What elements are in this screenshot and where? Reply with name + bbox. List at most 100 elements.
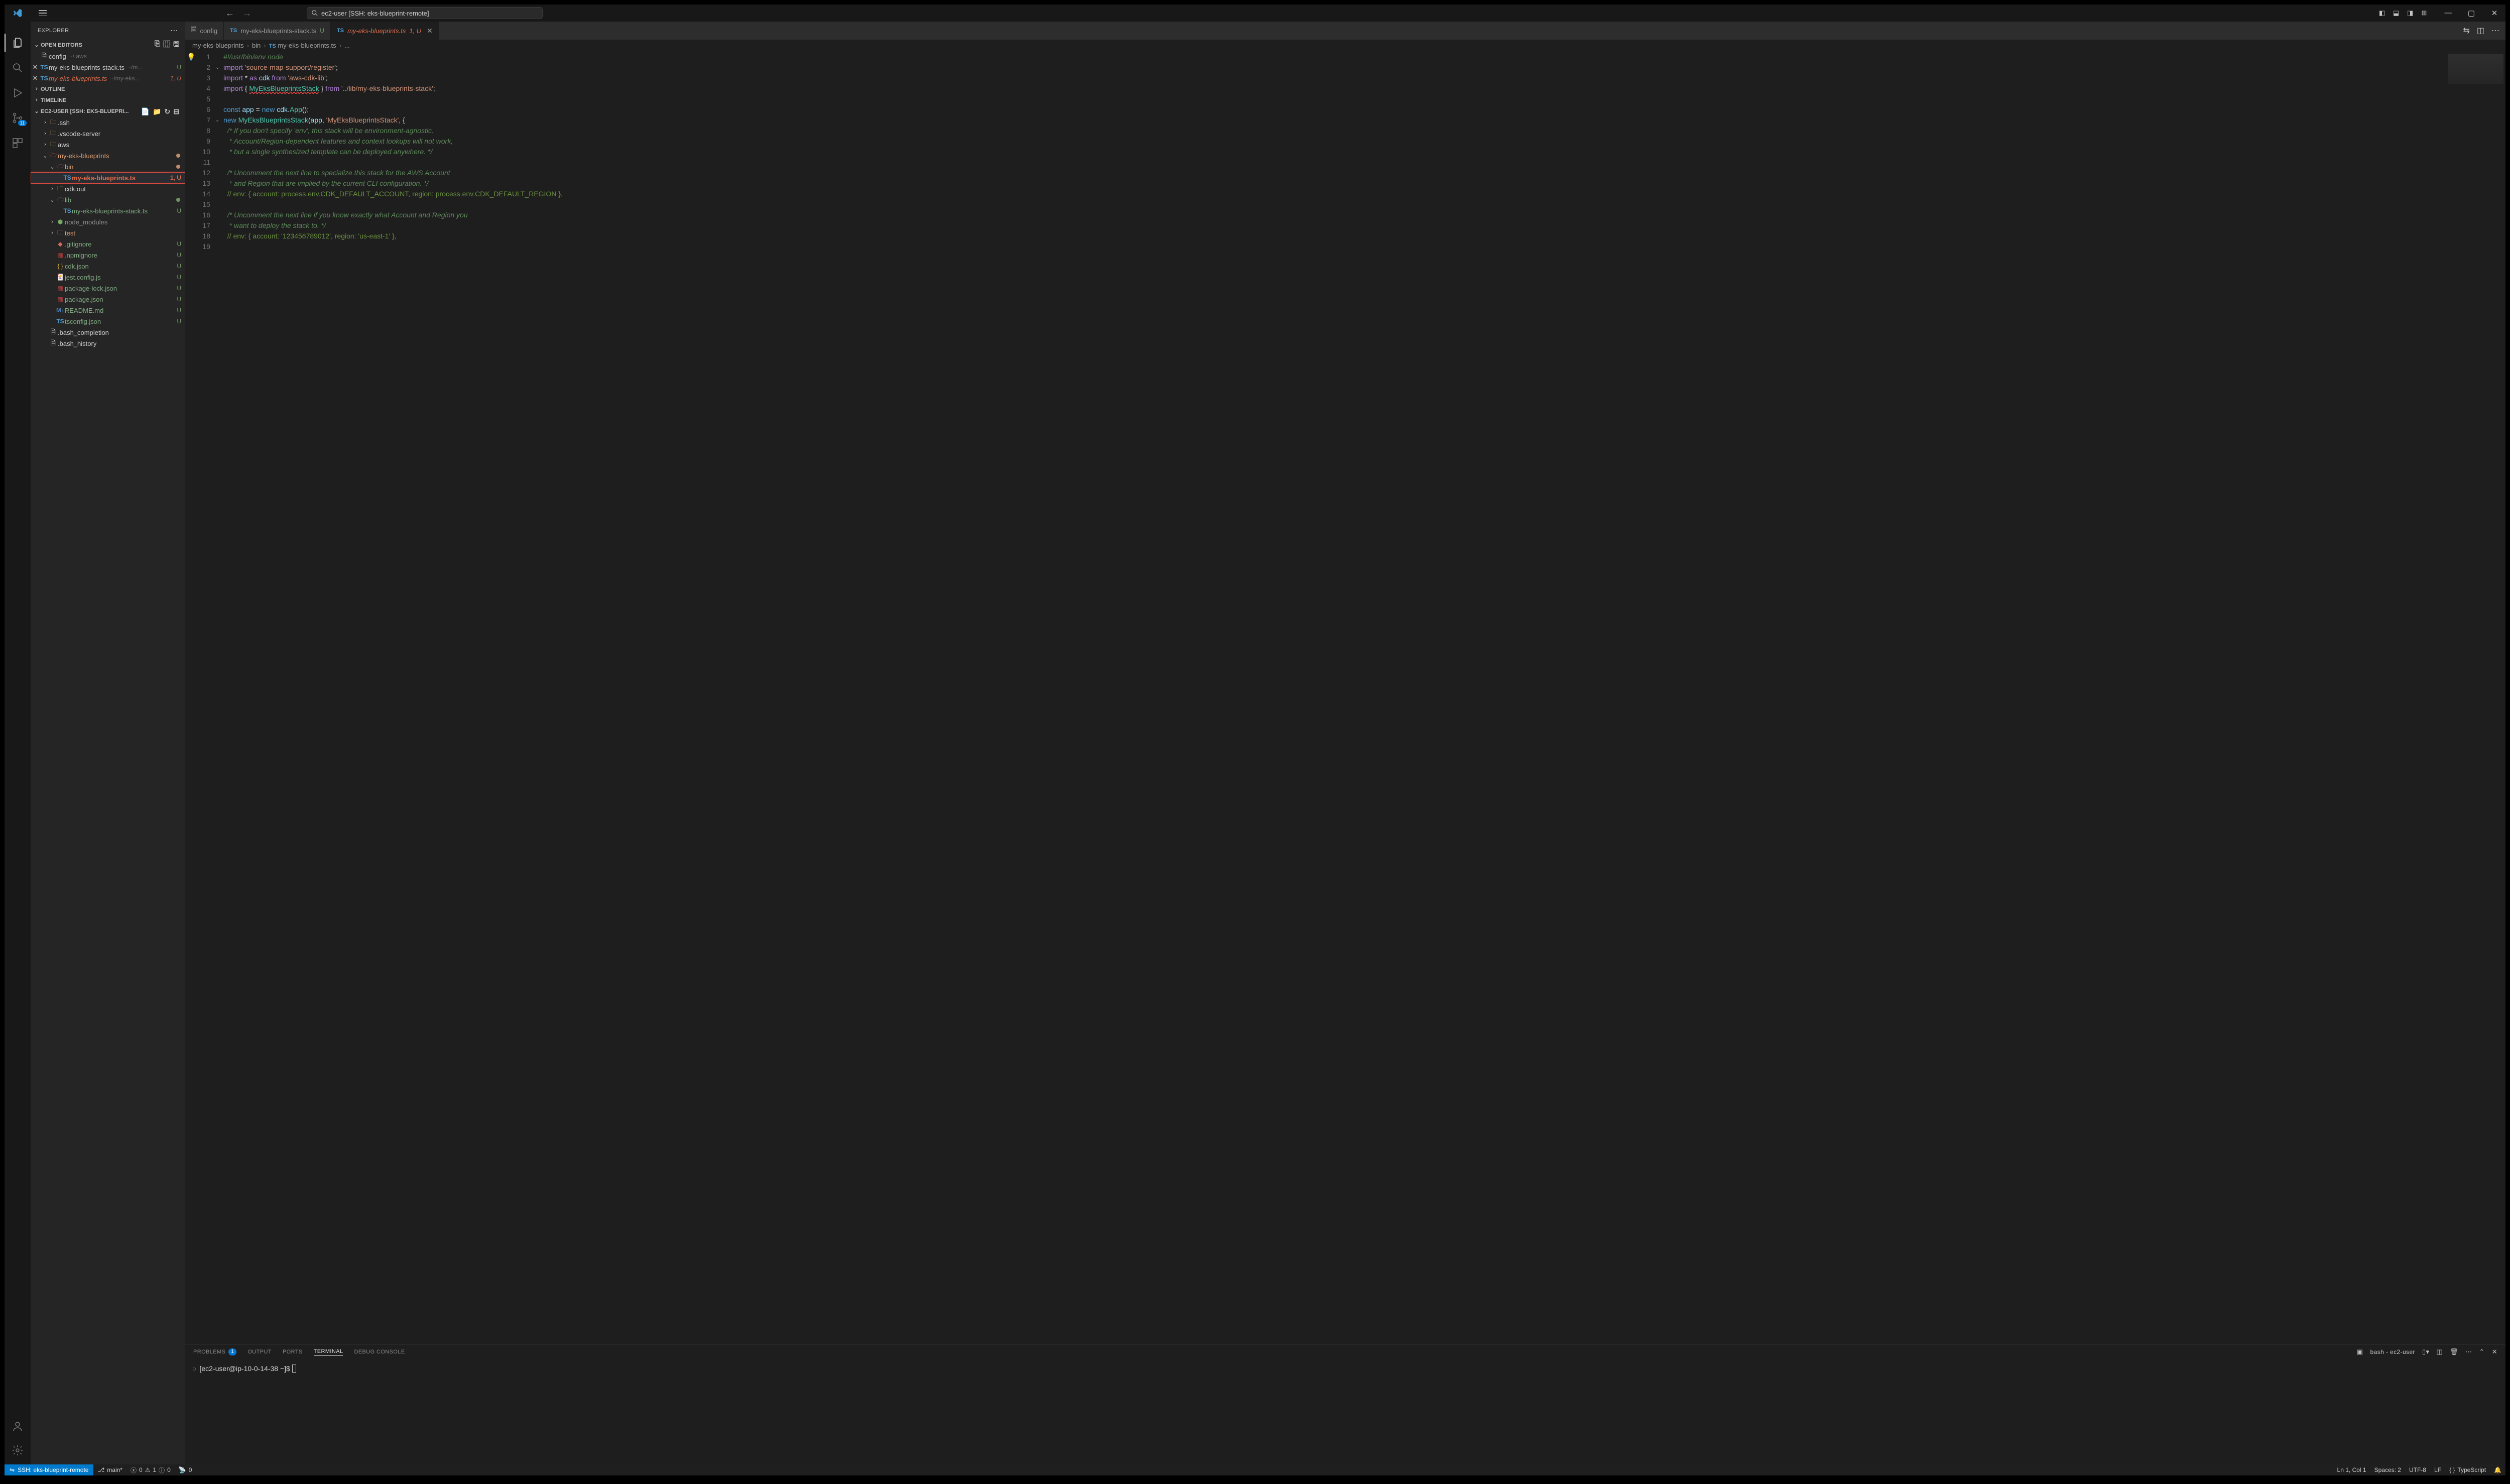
tree-item[interactable]: ›🗀aws <box>31 139 185 150</box>
new-folder-icon[interactable]: 📁 <box>153 107 161 116</box>
menu-button[interactable] <box>31 10 55 16</box>
editor-tab[interactable]: TSmy-eks-blueprints.ts1, U✕ <box>331 22 439 40</box>
tree-item[interactable]: 🃏jest.config.jsU <box>31 272 185 283</box>
open-editors-header[interactable]: ⌄ OPEN EDITORS ⎘ ⿲ 🖫 <box>31 40 185 51</box>
activity-search[interactable] <box>11 61 25 75</box>
tree-item[interactable]: ⌄🗁bin <box>31 161 185 172</box>
panel-tab-ports[interactable]: PORTS <box>283 1349 303 1355</box>
breadcrumb-item[interactable]: my-eks-blueprints <box>192 42 244 49</box>
command-center[interactable]: ec2-user [SSH: eks-blueprint-remote] <box>307 7 543 19</box>
editor-more-icon[interactable]: ⋯ <box>2491 26 2499 36</box>
terminal-split-icon[interactable]: ◫ <box>2436 1348 2443 1356</box>
tab-close-icon[interactable]: ✕ <box>427 27 433 35</box>
activity-scm[interactable]: 11 <box>11 111 25 125</box>
panel-tab-problems[interactable]: PROBLEMS 1 <box>193 1348 236 1355</box>
tree-item[interactable]: ▦package-lock.jsonU <box>31 283 185 294</box>
refresh-icon[interactable]: ↻ <box>165 107 171 116</box>
breadcrumb-item[interactable]: ... <box>344 42 350 49</box>
open-editor-item[interactable]: 🗎config~/.aws <box>31 51 185 62</box>
tree-item[interactable]: ▦package.jsonU <box>31 294 185 305</box>
panel-maximize-icon[interactable]: ⌃ <box>2479 1348 2484 1356</box>
timeline-header[interactable]: ›TIMELINE <box>31 95 185 106</box>
tree-item[interactable]: ›🗀cdk.out <box>31 183 185 194</box>
window-minimize[interactable]: — <box>2441 9 2455 18</box>
tree-item[interactable]: ›🗀.ssh <box>31 117 185 128</box>
tree-item[interactable]: 🗎.bash_completion <box>31 327 185 338</box>
toggle-vertical-icon[interactable]: ⿲ <box>163 39 170 51</box>
error-icon: ⓧ <box>131 1466 137 1474</box>
activity-explorer[interactable] <box>11 36 25 50</box>
tree-item[interactable]: ›🗀test <box>31 227 185 238</box>
tree-item[interactable]: TSmy-eks-blueprints.ts1, U <box>31 172 185 183</box>
editor-tab[interactable]: TSmy-eks-blueprints-stack.tsU <box>224 22 331 40</box>
terminal-profile-icon[interactable]: ▣ <box>2357 1348 2363 1356</box>
terminal-kill-icon[interactable]: 🗑 <box>2450 1348 2458 1356</box>
tree-item[interactable]: ◆.gitignoreU <box>31 238 185 250</box>
new-file-icon[interactable]: 📄 <box>141 107 150 116</box>
activity-settings[interactable] <box>11 1443 25 1457</box>
code-editor[interactable]: 1#!/usr/bin/env node2⌄import 'source-map… <box>197 51 2445 1344</box>
explorer-more-icon[interactable]: ⋯ <box>170 26 178 36</box>
panel-tab-output[interactable]: OUTPUT <box>247 1349 272 1355</box>
split-editor-icon[interactable]: ◫ <box>2477 26 2484 36</box>
tree-item[interactable]: ⌄🗁my-eks-blueprints <box>31 150 185 161</box>
info-icon: ⓘ <box>159 1466 165 1474</box>
tree-item[interactable]: ›🗀.vscode-server <box>31 128 185 139</box>
warning-icon: ⚠ <box>145 1466 151 1473</box>
compare-changes-icon[interactable]: ⇆ <box>2463 26 2469 36</box>
status-ln-col[interactable]: Ln 1, Col 1 <box>2333 1466 2370 1473</box>
breadcrumb-item[interactable]: TS my-eks-blueprints.ts <box>269 42 336 49</box>
nav-back-icon[interactable]: ← <box>225 8 234 19</box>
tree-item[interactable]: ⌄🗁lib <box>31 194 185 205</box>
layout-panel-icon[interactable]: ⬓ <box>2392 9 2400 17</box>
breadcrumb-item[interactable]: bin <box>252 42 261 49</box>
open-editor-item[interactable]: ✕TSmy-eks-blueprints-stack.ts~/m...U <box>31 62 185 73</box>
status-encoding[interactable]: UTF-8 <box>2405 1466 2430 1473</box>
layout-sidebar-right-icon[interactable]: ◨ <box>2406 9 2414 17</box>
command-center-text: ec2-user [SSH: eks-blueprint-remote] <box>321 10 429 17</box>
status-ports[interactable]: 📡0 <box>175 1466 196 1473</box>
vscode-logo <box>5 8 31 18</box>
terminal-prompt: [ec2-user@ip-10-0-14-38 ~]$ <box>199 1365 290 1373</box>
editor-tab[interactable]: 🗎config <box>185 22 224 40</box>
window-maximize[interactable]: ▢ <box>2464 9 2478 18</box>
status-spaces[interactable]: Spaces: 2 <box>2370 1466 2405 1473</box>
status-problems[interactable]: ⓧ0 ⚠1 ⓘ0 <box>127 1466 175 1474</box>
panel-tab-terminal[interactable]: TERMINAL <box>314 1348 343 1356</box>
collapse-icon[interactable]: ⊟ <box>173 107 179 116</box>
status-language[interactable]: { }TypeScript <box>2445 1466 2490 1473</box>
workspace-header[interactable]: ⌄ EC2-USER [SSH: EKS-BLUEPRI... 📄 📁 ↻ ⊟ <box>31 106 185 117</box>
activity-run[interactable] <box>11 86 25 100</box>
tree-item[interactable]: 🗎.bash_history <box>31 338 185 349</box>
tree-item[interactable]: ▦.npmignoreU <box>31 250 185 261</box>
tree-item[interactable]: { }cdk.jsonU <box>31 261 185 272</box>
save-all-icon[interactable]: 🖫 <box>173 39 179 51</box>
status-branch[interactable]: ⎇ main* <box>93 1466 127 1473</box>
terminal-name[interactable]: bash - ec2-user <box>2370 1348 2415 1355</box>
status-notifications[interactable]: 🔔 <box>2490 1466 2505 1473</box>
activity-accounts[interactable] <box>11 1419 25 1433</box>
status-eol[interactable]: LF <box>2430 1466 2445 1473</box>
tree-item[interactable]: TSmy-eks-blueprints-stack.tsU <box>31 205 185 216</box>
activity-extensions[interactable] <box>11 136 25 150</box>
tree-item[interactable]: M↓README.mdU <box>31 305 185 316</box>
status-remote[interactable]: ⇋ SSH: eks-blueprint-remote <box>5 1464 93 1475</box>
customize-layout-icon[interactable]: ⊞ <box>2420 9 2428 17</box>
tree-item[interactable]: TStsconfig.jsonU <box>31 316 185 327</box>
open-editor-item[interactable]: ✕TSmy-eks-blueprints.ts~/my-eks...1, U <box>31 73 185 84</box>
tree-item[interactable]: ›⬢node_modules <box>31 216 185 227</box>
panel-tab-debug[interactable]: DEBUG CONSOLE <box>354 1349 405 1355</box>
layout-sidebar-left-icon[interactable]: ◧ <box>2378 9 2386 17</box>
terminal-new-icon[interactable]: ▯▾ <box>2422 1348 2429 1356</box>
minimap[interactable] <box>2445 51 2505 1344</box>
terminal-body[interactable]: ○ [ec2-user@ip-10-0-14-38 ~]$ <box>185 1359 2505 1464</box>
panel-close-icon[interactable]: ✕ <box>2492 1348 2497 1356</box>
breadcrumb[interactable]: my-eks-blueprints›bin›TS my-eks-blueprin… <box>185 40 2505 51</box>
new-untitled-icon[interactable]: ⎘ <box>155 39 160 51</box>
window-close[interactable]: ✕ <box>2487 9 2501 18</box>
hamburger-icon <box>39 10 47 16</box>
outline-header[interactable]: ›OUTLINE <box>31 84 185 95</box>
lightbulb-icon[interactable]: 💡 <box>187 53 197 61</box>
nav-forward-icon[interactable]: → <box>242 8 252 19</box>
terminal-more-icon[interactable]: ⋯ <box>2465 1348 2472 1356</box>
